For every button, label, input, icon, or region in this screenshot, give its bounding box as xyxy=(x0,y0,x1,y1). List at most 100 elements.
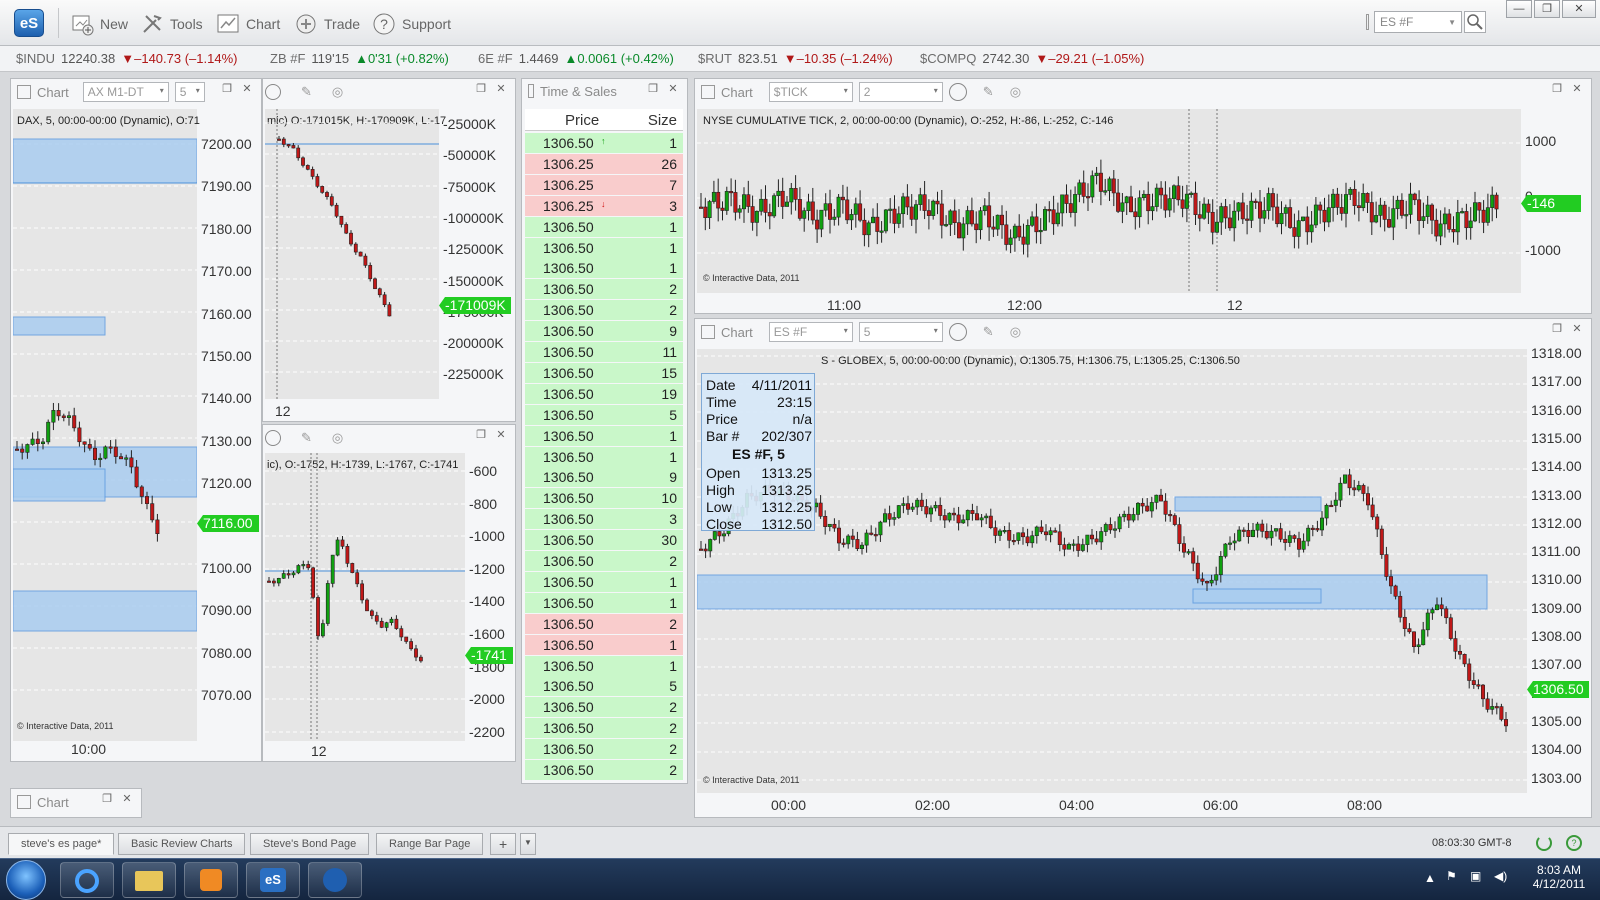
restore-icon[interactable]: ❐ xyxy=(645,82,661,98)
ts-row[interactable]: 1306.50 1 xyxy=(525,425,683,446)
ts-row[interactable]: 1306.50 2 xyxy=(525,300,683,321)
ts-row[interactable]: 1306.50 2 xyxy=(525,718,683,739)
ticker-item[interactable]: $INDU 12240.38 ▼–140.73 (–1.14%) xyxy=(16,51,237,66)
clock-icon[interactable] xyxy=(948,83,967,101)
new-button[interactable]: New xyxy=(70,12,128,36)
restore-icon[interactable]: ❐ xyxy=(1549,322,1565,338)
small2-plot-area[interactable]: ic), O:-1752, H:-1739, L:-1767, C:-1741 xyxy=(265,453,465,741)
tab-steves-bond-page[interactable]: Steve's Bond Page xyxy=(250,833,370,855)
close-icon[interactable]: ✕ xyxy=(665,82,681,98)
dax-y-axis[interactable]: 7200.00 7190.00 7180.00 7170.00 7160.00 7150.… xyxy=(197,109,261,741)
ts-row[interactable]: 1306.50 2 xyxy=(525,551,683,571)
internet-explorer-icon[interactable] xyxy=(60,862,114,898)
pencil-icon[interactable]: ✎ xyxy=(983,84,994,100)
minimized-chart-panel[interactable]: Chart ❐ ✕ xyxy=(10,788,142,818)
dax-interval-combo[interactable]: 5 xyxy=(174,82,205,102)
pencil-icon[interactable]: ✎ xyxy=(983,324,994,340)
small2-y-axis[interactable]: -600 -800 -1000 -1200 -1400 -1600 -1800 -2000 -2… xyxy=(465,453,515,741)
tab-basic-review-charts[interactable]: Basic Review Charts xyxy=(118,833,246,855)
ts-row[interactable]: 1306.50 2 xyxy=(525,760,683,780)
esignal-app-icon[interactable]: eS xyxy=(246,862,300,898)
es-y-axis[interactable]: 1318.00 1317.00 1316.00 1315.00 1314.00 1313.… xyxy=(1527,345,1591,793)
help-icon[interactable]: ? xyxy=(1566,835,1582,851)
restore-icon[interactable]: ❐ xyxy=(473,428,489,444)
volume-icon[interactable]: ◀) xyxy=(1494,869,1507,883)
close-button[interactable]: ✕ xyxy=(1562,0,1596,18)
trade-button[interactable]: Trade xyxy=(294,12,360,36)
es-interval-combo[interactable]: 5 xyxy=(858,322,943,342)
ts-row[interactable]: 1306.50 5 xyxy=(525,404,683,425)
ts-size-header[interactable]: Size xyxy=(648,112,677,129)
ts-row[interactable]: 1306.50 9 xyxy=(525,321,683,342)
pencil-icon[interactable]: ✎ xyxy=(301,430,312,446)
tick-y-axis[interactable]: 10000-1000-146 xyxy=(1521,109,1591,293)
tray-arrow-icon[interactable]: ▲ xyxy=(1424,871,1436,885)
ts-row[interactable]: 1306.25 7 xyxy=(525,174,683,195)
ts-row[interactable]: 1306.25 26 xyxy=(525,153,683,174)
ts-row[interactable]: 1306.50 1 xyxy=(525,446,683,467)
close-icon[interactable]: ✕ xyxy=(493,82,509,98)
ts-row[interactable]: 1306.50 1 xyxy=(525,237,683,258)
dax-plot-area[interactable]: DAX, 5, 00:00-00:00 (Dynamic), O:71 © In… xyxy=(13,109,200,741)
ts-row[interactable]: 1306.50 9 xyxy=(525,467,683,488)
start-button[interactable] xyxy=(6,860,46,900)
tick-plot-area[interactable]: NYSE CUMULATIVE TICK, 2, 00:00-00:00 (Dy… xyxy=(697,109,1521,293)
close-icon[interactable]: ✕ xyxy=(493,428,509,444)
ticker-item[interactable]: $RUT 823.51 ▼–10.35 (–1.24%) xyxy=(698,51,893,66)
small1-y-axis[interactable]: -25000K -50000K -75000K -100000K -125000K -15… xyxy=(439,109,515,399)
ts-row[interactable]: 1306.50 1 xyxy=(525,571,683,592)
indicator-icon[interactable]: ◎ xyxy=(332,84,343,100)
clock-icon[interactable] xyxy=(948,323,967,341)
indicator-icon[interactable]: ◎ xyxy=(1010,84,1021,100)
tab-range-bar-page[interactable]: Range Bar Page xyxy=(376,833,484,855)
indicator-icon[interactable]: ◎ xyxy=(332,430,343,446)
dax-symbol-combo[interactable]: AX M1-DT xyxy=(82,82,169,102)
media-player-icon[interactable] xyxy=(184,862,238,898)
pencil-icon[interactable]: ✎ xyxy=(301,84,312,100)
close-icon[interactable]: ✕ xyxy=(239,82,255,98)
file-explorer-icon[interactable] xyxy=(122,862,176,898)
tab-menu-button[interactable]: ▼ xyxy=(520,833,536,855)
clock-icon[interactable] xyxy=(265,430,281,446)
ts-row[interactable]: 1306.50 5 xyxy=(525,676,683,697)
indicator-icon[interactable]: ◎ xyxy=(1010,324,1021,340)
close-icon[interactable]: ✕ xyxy=(1569,322,1585,338)
symbol-selector[interactable]: ES #F ▼ xyxy=(1374,11,1462,33)
ts-price-header[interactable]: Price xyxy=(565,112,599,129)
maximize-button[interactable]: ❐ xyxy=(1534,0,1560,18)
tick-symbol-combo[interactable]: $TICK xyxy=(768,82,853,102)
ts-row[interactable]: 1306.50 1 xyxy=(525,634,683,655)
ts-row[interactable]: 1306.50 10 xyxy=(525,488,683,509)
es-symbol-combo[interactable]: ES #F xyxy=(768,322,853,342)
ts-row[interactable]: 1306.50 30 xyxy=(525,530,683,551)
ts-row[interactable]: 1306.50 11 xyxy=(525,342,683,362)
ts-row[interactable]: 1306.50 2 xyxy=(525,613,683,634)
tab-steves-es-page[interactable]: steve's es page* xyxy=(8,833,115,855)
network-icon[interactable]: ▣ xyxy=(1470,869,1481,883)
tools-button[interactable]: Tools xyxy=(140,12,203,36)
ts-row[interactable]: 1306.50 3 xyxy=(525,509,683,530)
tick-interval-combo[interactable]: 2 xyxy=(858,82,943,102)
ts-row[interactable]: 1306.50 2 xyxy=(525,697,683,718)
close-icon[interactable]: ✕ xyxy=(119,792,135,808)
support-button[interactable]: ? Support xyxy=(372,12,451,36)
ts-row[interactable]: 1306.50 1 xyxy=(525,216,683,237)
ticker-item[interactable]: ZB #F 119'15 ▲0'31 (+0.82%) xyxy=(270,51,449,66)
restore-icon[interactable]: ❐ xyxy=(219,82,235,98)
ts-row[interactable]: 1306.50 19 xyxy=(525,383,683,404)
ts-row[interactable]: 1306.50 1 xyxy=(525,258,683,279)
refresh-icon[interactable] xyxy=(1536,835,1552,851)
restore-icon[interactable]: ❐ xyxy=(99,792,115,808)
restore-icon[interactable]: ❐ xyxy=(1549,82,1565,98)
ts-row[interactable]: 1306.25 3 ↓ xyxy=(525,195,683,216)
symbol-search-button[interactable] xyxy=(1464,11,1486,33)
app-logo[interactable]: eS xyxy=(14,9,44,37)
es-plot-area[interactable]: S - GLOBEX, 5, 00:00-00:00 (Dynamic), O:… xyxy=(697,349,1527,793)
ts-row[interactable]: 1306.50 2 xyxy=(525,739,683,760)
ticker-item[interactable]: 6E #F 1.4469 ▲0.0061 (+0.42%) xyxy=(478,51,674,66)
close-icon[interactable]: ✕ xyxy=(1569,82,1585,98)
ticker-item[interactable]: $COMPQ 2742.30 ▼–29.21 (–1.05%) xyxy=(920,51,1144,66)
ts-row[interactable]: 1306.50 1 xyxy=(525,592,683,613)
add-tab-button[interactable]: + xyxy=(490,833,517,855)
ts-row[interactable]: 1306.50 2 xyxy=(525,279,683,300)
